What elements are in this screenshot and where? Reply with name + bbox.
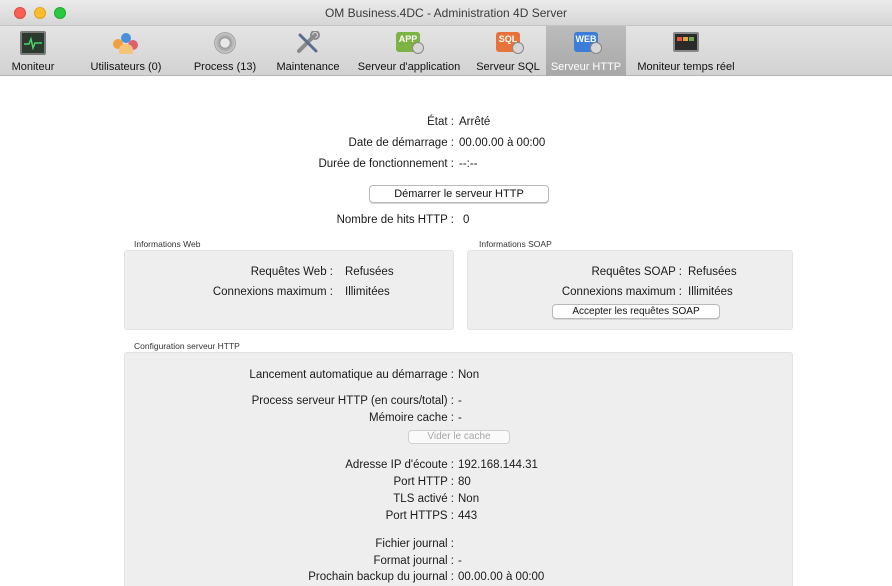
users-icon xyxy=(113,31,139,55)
tab-label: Serveur HTTP xyxy=(550,61,622,73)
soap-info-title: Informations SOAP xyxy=(479,239,552,249)
gear-icon xyxy=(212,31,238,55)
http-process-label: Process serveur HTTP (en cours/total) : xyxy=(251,395,454,407)
app-server-icon: APP xyxy=(396,32,424,54)
disc-icon xyxy=(590,42,602,54)
tab-serveur-sql[interactable]: SQL Serveur SQL xyxy=(472,26,544,76)
tools-icon xyxy=(295,30,321,55)
listen-ip-value: 192.168.144.31 xyxy=(458,459,538,471)
disc-icon xyxy=(512,42,524,54)
web-max-connections-label: Connexions maximum : xyxy=(212,286,333,298)
accept-soap-requests-button[interactable]: Accepter les requêtes SOAP xyxy=(552,304,720,319)
listen-ip-label: Adresse IP d'écoute : xyxy=(345,459,454,471)
tab-label: Process (13) xyxy=(193,61,257,73)
log-format-value: - xyxy=(458,555,462,567)
disc-icon xyxy=(412,42,424,54)
log-file-label: Fichier journal : xyxy=(375,538,454,550)
window-title: OM Business.4DC - Administration 4D Serv… xyxy=(324,6,568,20)
start-date-label: Date de démarrage : xyxy=(348,137,454,149)
tab-label: Moniteur xyxy=(11,61,55,73)
soap-requests-label: Requêtes SOAP : xyxy=(591,266,682,278)
web-info-title: Informations Web xyxy=(134,239,201,249)
soap-max-connections-label: Connexions maximum : xyxy=(561,286,682,298)
sql-server-icon: SQL xyxy=(496,32,524,54)
web-requests-label: Requêtes Web : xyxy=(250,266,333,278)
tab-label: Maintenance xyxy=(276,61,340,73)
web-info-panel: Requêtes Web : Refusées Connexions maxim… xyxy=(124,250,454,330)
http-process-value: - xyxy=(458,395,462,407)
autostart-label: Lancement automatique au démarrage : xyxy=(249,369,454,381)
tab-maintenance[interactable]: Maintenance xyxy=(270,26,346,76)
start-date-value: 00.00.00 à 00:00 xyxy=(459,137,546,149)
tab-label: Serveur SQL xyxy=(476,61,540,73)
tab-label: Moniteur temps réel xyxy=(637,61,735,73)
web-max-connections-value: Illimitées xyxy=(345,286,390,298)
state-value: Arrêté xyxy=(459,116,491,128)
soap-max-connections-value: Illimitées xyxy=(688,286,733,298)
tab-moniteur[interactable]: Moniteur xyxy=(0,26,66,76)
next-log-backup-value: 00.00.00 à 00:00 xyxy=(458,571,545,583)
log-format-label: Format journal : xyxy=(373,555,454,567)
tab-serveur-application[interactable]: APP Serveur d'application xyxy=(350,26,468,76)
http-hits-value: 0 xyxy=(463,214,470,226)
http-server-icon: WEB xyxy=(574,32,602,54)
http-config-title: Configuration serveur HTTP xyxy=(134,341,240,351)
monitor-icon xyxy=(20,31,46,55)
tab-serveur-http[interactable]: WEB Serveur HTTP xyxy=(546,26,626,76)
start-http-server-button[interactable]: Démarrer le serveur HTTP xyxy=(369,185,549,203)
title-bar: OM Business.4DC - Administration 4D Serv… xyxy=(0,0,892,26)
clear-cache-button[interactable]: Vider le cache xyxy=(408,430,510,444)
http-hits-label: Nombre de hits HTTP : xyxy=(336,214,454,226)
cache-memory-value: - xyxy=(458,412,462,424)
http-port-value: 80 xyxy=(458,476,471,488)
cache-memory-label: Mémoire cache : xyxy=(368,412,454,424)
http-port-label: Port HTTP : xyxy=(393,476,455,488)
realtime-monitor-icon xyxy=(673,32,699,52)
https-port-label: Port HTTPS : xyxy=(385,510,454,522)
web-requests-value: Refusées xyxy=(345,266,394,278)
uptime-label: Durée de fonctionnement : xyxy=(318,158,454,170)
toolbar: Moniteur Utilisateurs (0) Process (13) M… xyxy=(0,26,892,76)
tab-label: Utilisateurs (0) xyxy=(90,61,162,73)
tab-label: Serveur d'application xyxy=(357,61,461,73)
tls-enabled-value: Non xyxy=(458,493,480,505)
https-port-value: 443 xyxy=(458,510,478,522)
tls-enabled-label: TLS activé : xyxy=(393,493,454,505)
soap-requests-value: Refusées xyxy=(688,266,737,278)
autostart-value: Non xyxy=(458,369,480,381)
soap-info-panel: Requêtes SOAP : Refusées Connexions maxi… xyxy=(467,250,793,330)
tab-moniteur-temps-reel[interactable]: Moniteur temps réel xyxy=(630,26,742,76)
uptime-value: --:-- xyxy=(459,158,478,170)
tab-process[interactable]: Process (13) xyxy=(186,26,264,76)
state-label: État : xyxy=(427,116,454,128)
next-log-backup-label: Prochain backup du journal : xyxy=(308,571,454,583)
tab-utilisateurs[interactable]: Utilisateurs (0) xyxy=(82,26,170,76)
